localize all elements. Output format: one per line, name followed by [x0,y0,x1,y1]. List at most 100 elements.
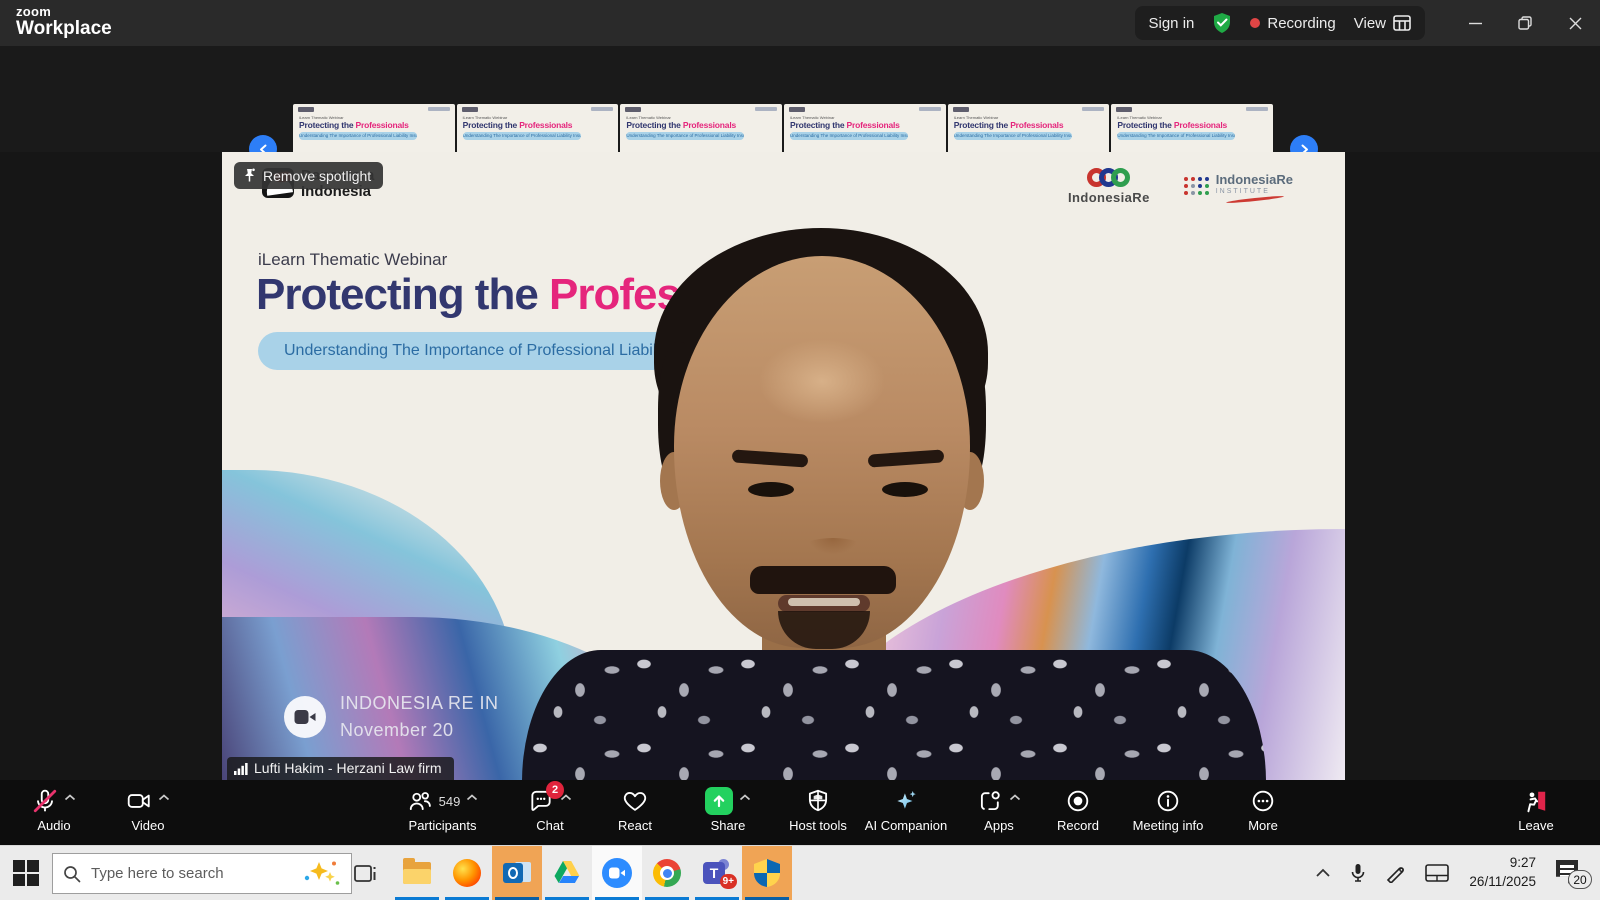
leave-door-icon [1523,788,1549,814]
video-button[interactable]: Video [112,787,184,833]
defender-shield-icon [754,859,780,887]
mini-logo [755,107,777,111]
chevron-up-icon[interactable] [466,794,478,801]
start-button[interactable] [13,860,40,887]
chevron-up-icon[interactable] [1009,794,1021,801]
security-shield-icon[interactable] [1212,12,1232,34]
task-view-icon[interactable] [352,860,379,887]
recording-dot-icon [1250,18,1260,28]
participants-icon [407,788,433,814]
mini-slide-subtitle: Understanding The Importance of Professi… [790,132,908,140]
file-explorer-app[interactable] [392,846,442,900]
teams-badge: 9+ [720,874,737,889]
react-button[interactable]: React [600,787,670,833]
mini-logo [789,107,805,112]
mini-logo [953,107,969,112]
chat-button[interactable]: 2 Chat [512,787,588,833]
minimize-button[interactable] [1450,0,1500,46]
mini-slide-subtitle: Understanding The Importance of Professi… [1117,132,1235,140]
firefox-icon [453,859,481,887]
view-button[interactable]: View [1354,15,1411,32]
tray-pen-icon[interactable] [1385,863,1405,883]
view-grid-icon [1393,15,1411,31]
mini-logo [462,107,478,112]
video-camera-icon [126,788,152,814]
zoom-workplace-window: zoom Workplace Sign in Recording View [0,0,1600,900]
info-icon [1155,788,1181,814]
mini-logo [298,107,314,112]
mini-logo [591,107,613,111]
indonesia-re-institute-logo: IndonesiaRe INSTITUTE [1184,173,1293,201]
notification-count-badge: 20 [1568,870,1592,889]
file-explorer-icon [403,862,431,884]
mini-slide-subtitle: Understanding The Importance of Professi… [626,132,744,140]
chevron-up-icon[interactable] [64,794,76,801]
title-bar: zoom Workplace Sign in Recording View [0,0,1600,46]
search-icon [63,865,81,883]
mini-logo [1082,107,1104,111]
apps-icon [977,788,1003,814]
ai-companion-button[interactable]: AI Companion [855,787,957,833]
tray-mic-icon[interactable] [1351,863,1365,883]
shield-icon [805,788,831,814]
search-placeholder: Type here to search [91,865,291,882]
chrome-app[interactable] [642,846,692,900]
chevron-up-icon[interactable] [158,794,170,801]
restore-button[interactable] [1500,0,1550,46]
leave-button[interactable]: Leave [1500,787,1572,833]
mini-logo [428,107,450,111]
record-button[interactable]: Record [1042,787,1114,833]
mic-muted-icon [32,788,58,814]
mini-slide-subtitle: Understanding The Importance of Professi… [463,132,581,140]
more-button[interactable]: More [1228,787,1298,833]
chrome-icon [653,859,681,887]
logo-zoom: zoom [16,5,112,18]
zoom-app[interactable] [592,846,642,900]
tray-chevron-up-icon[interactable] [1315,868,1331,878]
close-button[interactable] [1550,0,1600,46]
participant-filmstrip: iLearn Thematic Webinar Protecting the P… [0,46,1600,152]
mini-slide-subtitle: Understanding The Importance of Professi… [299,132,417,140]
defender-app[interactable] [742,846,792,900]
tray-touchpad-icon[interactable] [1425,864,1449,882]
copilot-sparkle-icon[interactable] [301,859,341,889]
ai-sparkle-icon [893,788,919,814]
participants-button[interactable]: 549 Participants [390,787,495,833]
apps-button[interactable]: Apps [962,787,1036,833]
speaker-person [222,152,1345,780]
recording-indicator[interactable]: Recording [1250,15,1335,32]
meeting-info-button[interactable]: Meeting info [1120,787,1216,833]
window-controls [1450,0,1600,46]
taskbar-clock[interactable]: 9:27 26/11/2025 [1469,854,1536,892]
pin-icon [243,168,256,183]
audio-button[interactable]: Audio [18,787,90,833]
speaker-name-tag: Lufti Hakim - Herzani Law firm [227,757,454,780]
main-stage: iLearn Thematic Webinar Protecting the P… [0,152,1600,780]
system-tray: 9:27 26/11/2025 20 [1315,846,1600,900]
teams-app[interactable]: T 9+ [692,846,742,900]
mini-logo [1116,107,1132,112]
host-tools-button[interactable]: Host tools [778,787,858,833]
firefox-app[interactable] [442,846,492,900]
spotlight-video[interactable]: iLearn Thematic Webinar Protecting the P… [222,152,1345,780]
zoom-workplace-logo: zoom Workplace [16,5,112,38]
remove-spotlight-button[interactable]: Remove spotlight [234,162,383,189]
sign-in-button[interactable]: Sign in [1149,15,1195,32]
teams-icon: T 9+ [703,859,731,887]
participants-count: 549 [439,794,461,809]
notification-center-button[interactable]: 20 [1556,860,1586,886]
outlook-app[interactable] [492,846,542,900]
record-icon [1065,788,1091,814]
heart-icon [622,788,648,814]
signal-bars-icon [234,762,248,775]
chevron-up-icon[interactable] [739,794,751,801]
mini-slide-subtitle: Understanding The Importance of Professi… [954,132,1072,140]
google-drive-icon [553,860,581,886]
logo-workplace: Workplace [16,19,112,38]
share-button[interactable]: Share [688,787,768,833]
tray-time: 9:27 [1469,854,1536,873]
google-drive-app[interactable] [542,846,592,900]
tray-date: 26/11/2025 [1469,873,1536,892]
taskbar-search[interactable]: Type here to search [52,853,352,894]
taskbar-apps: T 9+ [392,846,792,900]
